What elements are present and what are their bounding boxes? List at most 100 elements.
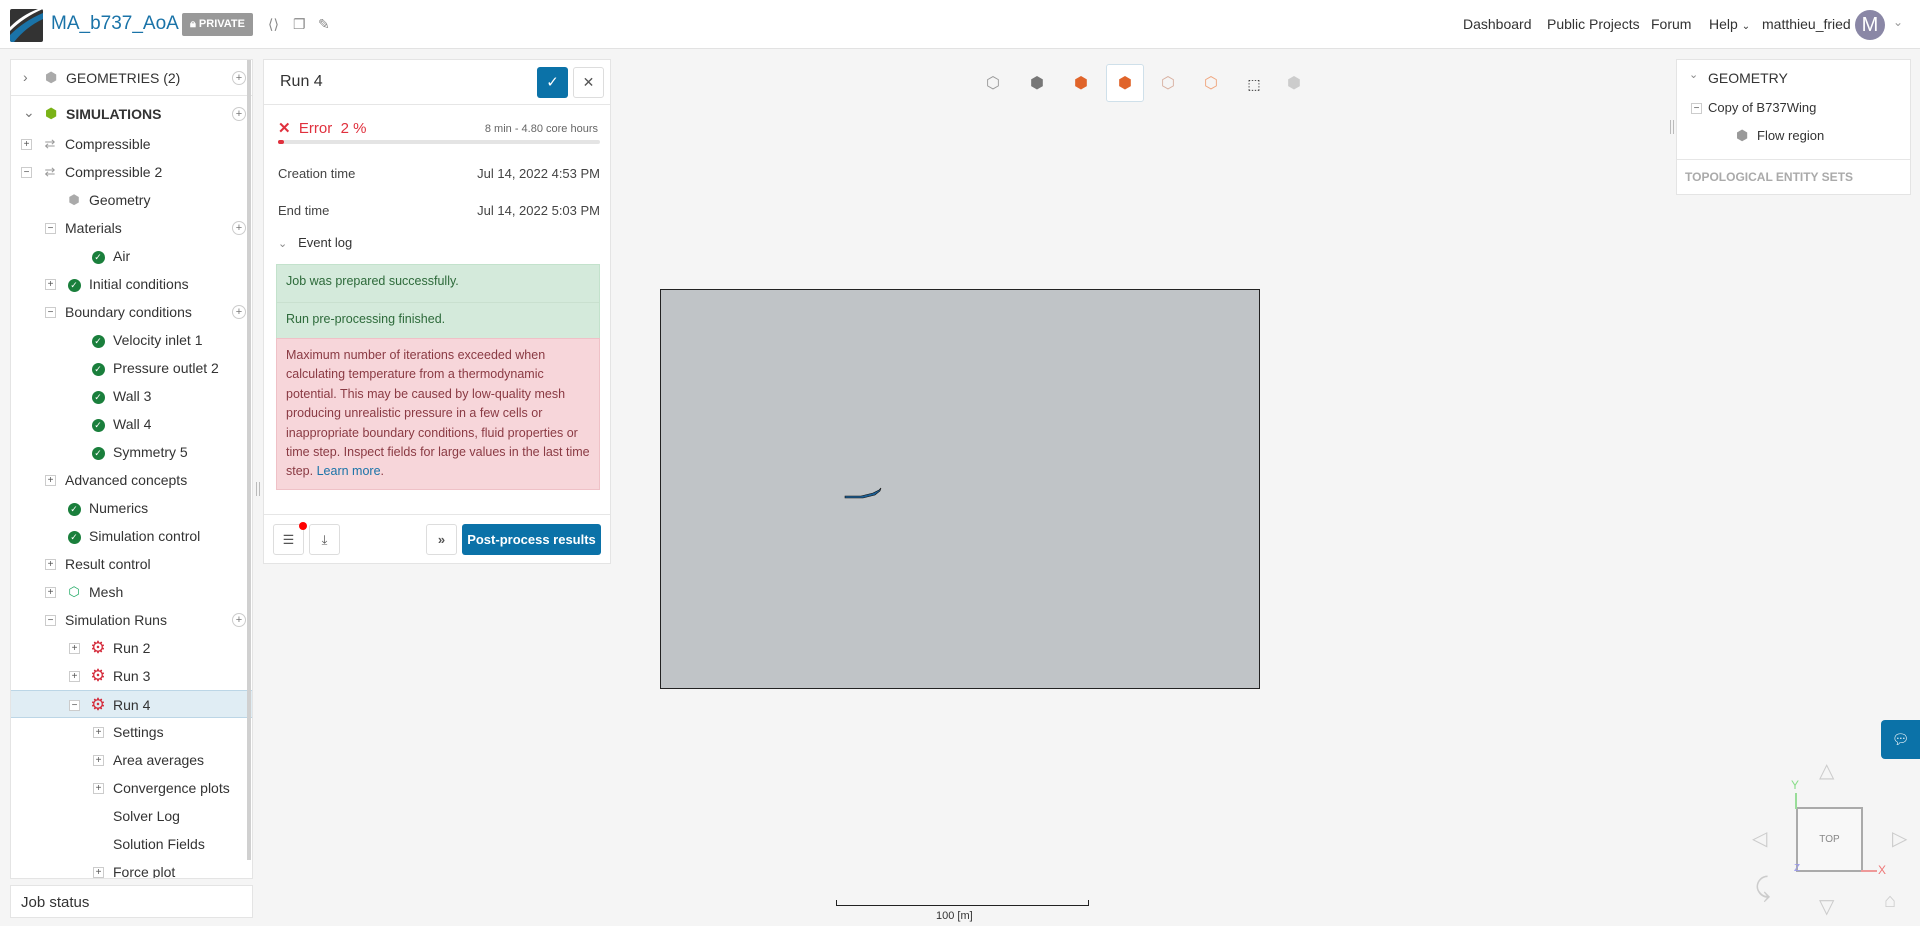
tree-item[interactable]: + Force plot xyxy=(11,858,252,878)
tree-item[interactable]: − ⇄ Compressible 2 xyxy=(11,158,252,186)
box-select-icon[interactable]: ⬚ xyxy=(1239,70,1269,98)
tree-item[interactable]: ✓ Numerics xyxy=(11,494,252,522)
expand-toggle[interactable]: + xyxy=(45,279,56,290)
collapse-toggle[interactable]: − xyxy=(45,615,56,626)
scrollbar[interactable] xyxy=(247,60,251,860)
nav-public-projects[interactable]: Public Projects xyxy=(1547,16,1640,32)
view-solid-icon[interactable]: ⬢ xyxy=(1022,70,1052,98)
chat-button[interactable]: 💬︎ xyxy=(1881,720,1920,759)
simscale-logo[interactable] xyxy=(10,9,43,42)
tree-item[interactable]: − Boundary conditions + xyxy=(11,298,252,326)
rotate-up-icon[interactable]: △ xyxy=(1819,758,1834,783)
collapse-toggle[interactable]: − xyxy=(21,167,32,178)
download-button[interactable]: ⤓ xyxy=(309,524,340,555)
check-circle-icon: ✓ xyxy=(89,326,107,354)
panel-resize-handle[interactable] xyxy=(256,482,260,496)
view-wireframe-icon[interactable]: ⬡ xyxy=(978,70,1008,98)
geometry-heading[interactable]: GEOMETRY xyxy=(1708,70,1788,86)
tree-item[interactable]: + Advanced concepts xyxy=(11,466,252,494)
flow-region-item[interactable]: Flow region xyxy=(1757,128,1824,143)
collapse-toggle[interactable]: − xyxy=(45,223,56,234)
tree-item[interactable]: + ⚙ Run 3 xyxy=(11,662,252,690)
expand-toggle[interactable]: + xyxy=(93,867,104,878)
chevron-down-icon[interactable]: ⌄ xyxy=(23,104,35,121)
tree-item[interactable]: ✓ Pressure outlet 2 xyxy=(11,354,252,382)
add-button[interactable]: + xyxy=(232,613,246,627)
tree-item[interactable]: − ⚙ Run 4 xyxy=(11,690,252,718)
tree-item[interactable]: ⬢ Geometry xyxy=(11,186,252,214)
tree-item[interactable]: ✓ Wall 3 xyxy=(11,382,252,410)
expand-toggle[interactable]: + xyxy=(21,139,32,150)
panel-resize-handle[interactable] xyxy=(1670,120,1674,134)
add-button[interactable]: + xyxy=(232,221,246,235)
collapse-toggle[interactable]: − xyxy=(1691,103,1702,114)
rotate-right-icon[interactable]: ▷ xyxy=(1892,826,1907,851)
expand-toggle[interactable]: + xyxy=(69,643,80,654)
project-title[interactable]: MA_b737_AoA xyxy=(51,13,179,35)
chevron-down-icon[interactable]: ⌄ xyxy=(1689,68,1698,81)
add-simulation-button[interactable]: + xyxy=(232,107,246,121)
tree-item[interactable]: + Result control xyxy=(11,550,252,578)
user-menu-chevron-icon[interactable]: ⌄ xyxy=(1893,15,1903,29)
avatar[interactable]: M xyxy=(1855,10,1885,40)
expand-toggle[interactable]: + xyxy=(93,783,104,794)
topological-entity-sets-heading[interactable]: TOPOLOGICAL ENTITY SETS xyxy=(1685,170,1853,184)
rotate-down-icon[interactable]: ▽ xyxy=(1819,894,1834,919)
nav-dashboard[interactable]: Dashboard xyxy=(1463,16,1532,32)
simulations-section[interactable]: ⌄ ⬢ SIMULATIONS + xyxy=(11,96,252,132)
3d-viewport[interactable] xyxy=(660,289,1260,689)
tree-item-label: Wall 4 xyxy=(113,416,152,432)
home-view-icon[interactable]: ⌂ xyxy=(1884,890,1896,913)
select-vertex-icon[interactable]: ⬡ xyxy=(1196,70,1226,98)
share-icon[interactable]: ⟨⟩ xyxy=(268,16,279,33)
collapse-toggle[interactable]: − xyxy=(45,307,56,318)
tree-item[interactable]: Solution Fields xyxy=(11,830,252,858)
hidden-parts-icon[interactable]: ⬢ xyxy=(1279,70,1309,98)
copy-icon[interactable]: ❐ xyxy=(293,16,306,33)
event-log-toggle[interactable]: ⌄ Event log xyxy=(278,235,352,250)
tree-item[interactable]: ✓ Symmetry 5 xyxy=(11,438,252,466)
geometry-root-item[interactable]: Copy of B737Wing xyxy=(1708,100,1816,115)
edit-pencil-icon[interactable]: ✎ xyxy=(318,16,330,33)
tree-item[interactable]: + Convergence plots xyxy=(11,774,252,802)
confirm-button[interactable]: ✓ xyxy=(537,67,568,98)
expand-button[interactable]: » xyxy=(426,524,457,555)
username[interactable]: matthieu_fried xyxy=(1762,16,1851,32)
add-geometry-button[interactable]: + xyxy=(232,71,246,85)
select-face-icon[interactable]: ⬢ xyxy=(1106,64,1144,102)
nav-help[interactable]: Help ⌄ xyxy=(1709,16,1750,32)
expand-toggle[interactable]: + xyxy=(69,671,80,682)
tree-item[interactable]: + ⚙ Run 2 xyxy=(11,634,252,662)
expand-toggle[interactable]: + xyxy=(45,475,56,486)
tree-item[interactable]: ✓ Velocity inlet 1 xyxy=(11,326,252,354)
expand-toggle[interactable]: + xyxy=(93,755,104,766)
tree-item[interactable]: ✓ Simulation control xyxy=(11,522,252,550)
tree-item[interactable]: + Area averages xyxy=(11,746,252,774)
collapse-toggle[interactable]: − xyxy=(69,700,80,711)
tree-item[interactable]: Solver Log xyxy=(11,802,252,830)
close-button[interactable]: ✕ xyxy=(573,67,604,98)
tree-item[interactable]: ✓ Wall 4 xyxy=(11,410,252,438)
view-cube[interactable]: TOP xyxy=(1796,807,1863,872)
nav-forum[interactable]: Forum xyxy=(1651,16,1691,32)
tree-item[interactable]: + ✓ Initial conditions xyxy=(11,270,252,298)
tree-item[interactable]: − Simulation Runs + xyxy=(11,606,252,634)
chevron-right-icon[interactable]: › xyxy=(23,69,28,85)
geometries-section[interactable]: › ⬢ GEOMETRIES (2) + xyxy=(11,60,252,96)
select-volume-icon[interactable]: ⬢ xyxy=(1066,70,1096,98)
expand-toggle[interactable]: + xyxy=(45,559,56,570)
tree-item[interactable]: ✓ Air xyxy=(11,242,252,270)
add-button[interactable]: + xyxy=(232,305,246,319)
select-edge-icon[interactable]: ⬡ xyxy=(1153,70,1183,98)
rotate-left-icon[interactable]: ◁ xyxy=(1752,826,1767,851)
tree-item[interactable]: + ⇄ Compressible xyxy=(11,130,252,158)
tree-item[interactable]: + ⬡ Mesh xyxy=(11,578,252,606)
expand-toggle[interactable]: + xyxy=(93,727,104,738)
tree-item[interactable]: − Materials + xyxy=(11,214,252,242)
rotate-around-icon[interactable]: ⤹ xyxy=(1755,872,1771,904)
expand-toggle[interactable]: + xyxy=(45,587,56,598)
post-process-button[interactable]: Post-process results xyxy=(462,524,601,555)
tree-item[interactable]: + Settings xyxy=(11,718,252,746)
learn-more-link[interactable]: Learn more xyxy=(317,464,381,478)
job-status-panel[interactable]: Job status xyxy=(10,885,253,918)
